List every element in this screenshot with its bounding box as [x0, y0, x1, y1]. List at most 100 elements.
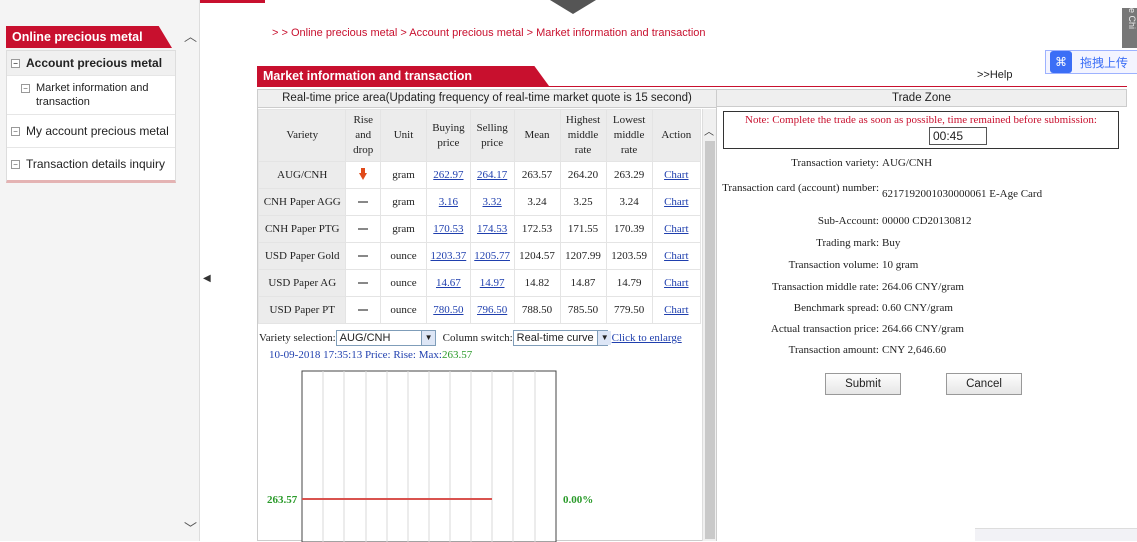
trade-field-label: Trading mark: — [816, 237, 879, 249]
variety-select[interactable]: AUG/CNH ▼ — [335, 330, 436, 346]
cell-mean: 788.50 — [513, 296, 561, 324]
upload-label: 拖拽上传 — [1080, 55, 1129, 70]
note-box: Note: Complete the trade as soon as poss… — [723, 111, 1119, 149]
cancel-button[interactable]: Cancel — [946, 373, 1022, 395]
trade-field-label: Benchmark spread: — [793, 302, 879, 314]
cell-low: 14.79 — [605, 269, 653, 297]
cell-buy: 262.97 — [426, 161, 471, 189]
side-tab[interactable]: e Chi — [1122, 8, 1137, 48]
submit-button[interactable]: Submit — [825, 373, 901, 395]
cell-sell: 174.53 — [469, 215, 515, 243]
sidebar-item-market-info[interactable]: − Market information and transaction — [7, 76, 175, 115]
buy-link[interactable]: 1203.37 — [431, 250, 467, 262]
cell-trend — [345, 215, 381, 243]
trade-field-row: Transaction middle rate: 264.06 CNY/gram — [717, 281, 1127, 293]
help-link[interactable]: >>Help — [977, 69, 1012, 81]
table-header-row: Variety Rise and drop Unit Buying price … — [257, 109, 702, 162]
cell-variety: USD Paper AG — [257, 269, 347, 297]
cell-action: Chart — [651, 161, 702, 189]
trade-field-row: Benchmark spread: 0.60 CNY/gram — [717, 302, 1127, 314]
trade-field-row: Trading mark: Buy — [717, 237, 1127, 249]
collapse-sidebar-icon[interactable]: ◀ — [203, 273, 211, 284]
trade-field-value: AUG/CNH — [882, 157, 933, 169]
sidebar-item-transaction-inquiry[interactable]: − Transaction details inquiry — [7, 148, 175, 180]
trade-field-label: Transaction volume: — [788, 259, 879, 271]
sell-link[interactable]: 3.32 — [483, 196, 502, 208]
table-row: USD Paper AG ounce 14.67 14.97 14.82 14.87 14.… — [257, 269, 702, 297]
sidebar-title: Online precious metal — [6, 26, 172, 48]
cell-action: Chart — [651, 296, 702, 324]
cell-sell: 264.17 — [469, 161, 515, 189]
cell-variety: USD Paper PT — [257, 296, 347, 324]
panel-title: Market information and transaction — [257, 66, 549, 86]
scrollbar[interactable]: ︿ — [702, 109, 716, 541]
cell-low: 1203.59 — [605, 242, 653, 270]
cell-trend — [345, 188, 381, 216]
cell-mean: 3.24 — [513, 188, 561, 216]
trade-field-row: Transaction amount: CNY 2,646.60 — [717, 344, 1127, 356]
action-link[interactable]: Chart — [664, 223, 688, 235]
cell-variety: CNH Paper PTG — [257, 215, 347, 243]
scroll-up-icon[interactable]: ︿ — [704, 123, 714, 138]
action-link[interactable]: Chart — [664, 304, 688, 316]
trade-zone-title: Trade Zone — [717, 89, 1127, 107]
cell-mean: 172.53 — [513, 215, 561, 243]
cell-high: 3.25 — [559, 188, 607, 216]
sell-link[interactable]: 796.50 — [477, 304, 507, 316]
collapse-icon: − — [11, 127, 20, 136]
cell-action: Chart — [651, 215, 702, 243]
variety-selection-label: Variety selection: — [259, 332, 336, 344]
trade-field-value: CNY 2,646.60 — [882, 344, 947, 356]
sidebar: Online precious metal ︿ − Account precio… — [0, 0, 200, 541]
action-link[interactable]: Chart — [664, 196, 688, 208]
cell-low: 170.39 — [605, 215, 653, 243]
action-link[interactable]: Chart — [664, 169, 688, 181]
header-mean: Mean — [513, 109, 561, 162]
flat-dash-icon — [358, 255, 369, 258]
cell-high: 785.50 — [559, 296, 607, 324]
action-link[interactable]: Chart — [664, 250, 688, 262]
cell-variety: AUG/CNH — [257, 161, 347, 189]
column-switch-select[interactable]: Real-time curve ▼ — [512, 330, 611, 346]
cell-action: Chart — [651, 269, 702, 297]
cell-high: 171.55 — [559, 215, 607, 243]
cell-unit: gram — [379, 188, 428, 216]
chart-controls: Variety selection: AUG/CNH ▼ Column swit… — [259, 330, 682, 346]
flat-dash-icon — [358, 282, 369, 285]
upload-widget[interactable]: ⌘ 拖拽上传 — [1045, 50, 1137, 74]
scrollbar-thumb[interactable] — [705, 141, 715, 539]
price-info-max: 263.57 — [441, 349, 473, 361]
trade-field-label: Transaction card (account) number: — [722, 182, 879, 194]
action-link[interactable]: Chart — [664, 277, 688, 289]
cell-low: 779.50 — [605, 296, 653, 324]
trade-field-label: Transaction variety: — [791, 157, 879, 169]
sidebar-item-my-account[interactable]: − My account precious metal — [7, 115, 175, 148]
buy-link[interactable]: 780.50 — [433, 304, 463, 316]
collapse-icon: − — [11, 59, 20, 68]
trade-field-row: Sub-Account: 00000 CD20130812 — [717, 215, 1127, 227]
sell-link[interactable]: 264.17 — [477, 169, 507, 181]
cell-high: 264.20 — [559, 161, 607, 189]
buy-link[interactable]: 14.67 — [436, 277, 461, 289]
trade-field-value: 264.06 CNY/gram — [882, 281, 964, 293]
enlarge-link[interactable]: Click to enlarge — [612, 332, 682, 344]
sell-link[interactable]: 174.53 — [477, 223, 507, 235]
sidebar-item-label: My account precious metal — [26, 124, 169, 138]
buy-link[interactable]: 262.97 — [433, 169, 463, 181]
sidebar-nav: − Account precious metal − Market inform… — [6, 50, 176, 183]
cell-action: Chart — [651, 242, 702, 270]
sidebar-item-account-precious-metal[interactable]: − Account precious metal — [7, 51, 175, 76]
cell-sell: 1205.77 — [469, 242, 515, 270]
trade-field-value: 10 gram — [882, 259, 919, 271]
sell-link[interactable]: 14.97 — [480, 277, 505, 289]
trade-field-label: Actual transaction price: — [770, 323, 879, 335]
trade-field-value: Buy — [882, 237, 901, 249]
cell-low: 3.24 — [605, 188, 653, 216]
cell-trend — [345, 242, 381, 270]
chevron-down-icon: ▼ — [420, 331, 435, 345]
buy-link[interactable]: 3.16 — [439, 196, 458, 208]
scroll-down-icon[interactable]: ﹀ — [184, 518, 197, 537]
scroll-up-icon[interactable]: ︿ — [184, 26, 197, 45]
sell-link[interactable]: 1205.77 — [474, 250, 510, 262]
buy-link[interactable]: 170.53 — [433, 223, 463, 235]
